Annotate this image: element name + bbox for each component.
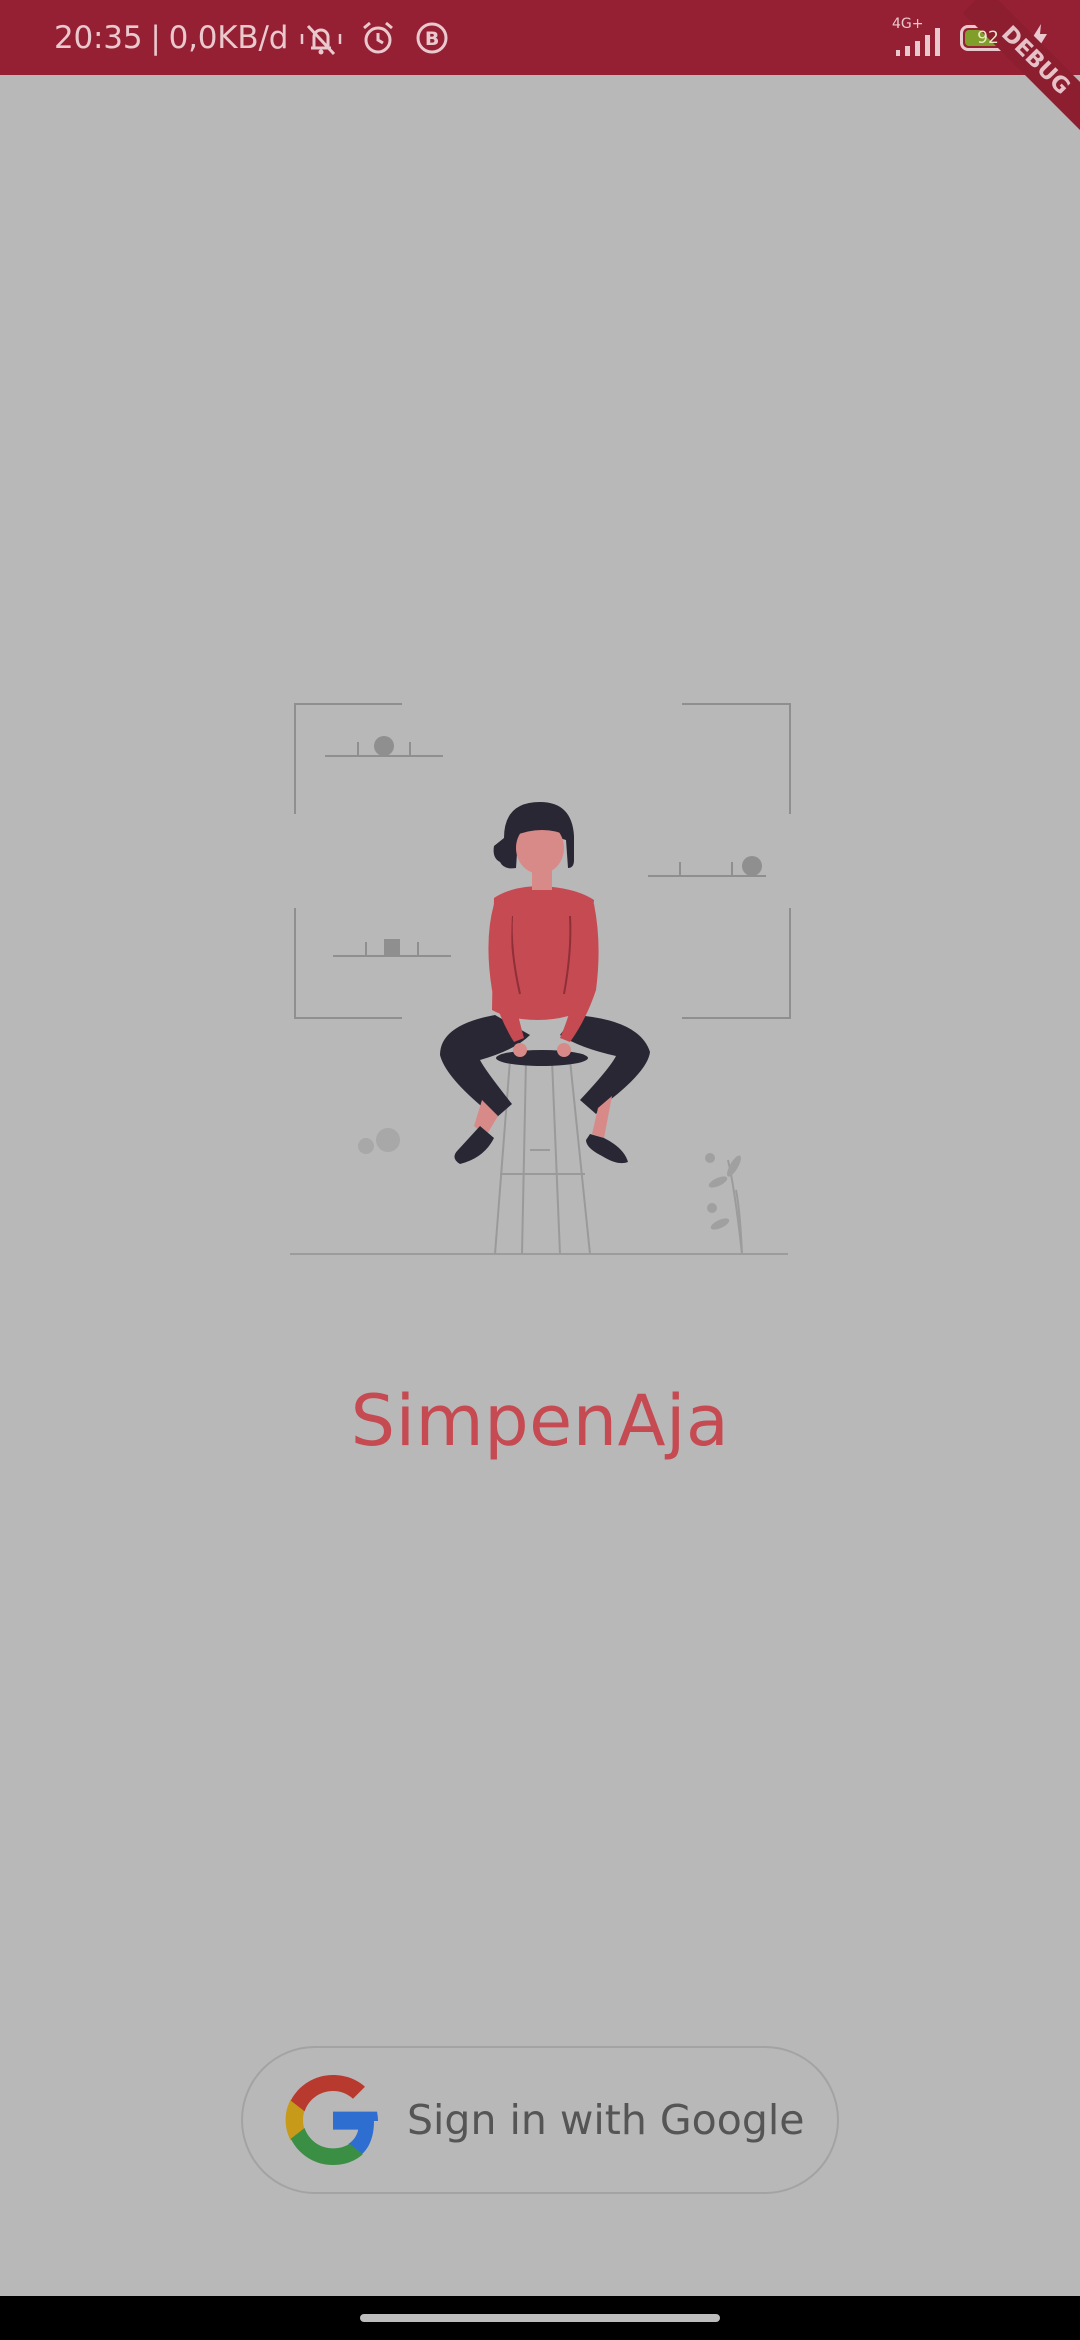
- status-separator: |: [150, 19, 161, 56]
- battery-level: 92: [977, 27, 999, 48]
- home-indicator[interactable]: [360, 2314, 720, 2322]
- status-icons-left: B: [298, 18, 452, 58]
- shelf-box: [384, 939, 400, 955]
- stool-seat: [496, 1050, 588, 1066]
- shelf-ball: [374, 736, 394, 756]
- plant-icon: [705, 1153, 743, 1255]
- network-speed: 0,0KB/d: [168, 19, 289, 56]
- figure: [440, 802, 650, 1164]
- sign-in-label: Sign in with Google: [407, 2096, 805, 2144]
- google-logo-icon: [285, 2075, 378, 2165]
- decor-dot: [358, 1138, 374, 1154]
- b-badge-icon: B: [416, 22, 448, 53]
- decor-dot: [376, 1128, 400, 1152]
- status-time: 20:35: [54, 19, 143, 56]
- stool: [494, 1059, 591, 1255]
- silent-bell-icon: [300, 24, 342, 55]
- status-bar: 20:35 | 0,0KB/d B 4G+ 92: [0, 0, 1080, 75]
- status-bar-left: 20:35 | 0,0KB/d B: [54, 0, 452, 75]
- alarm-icon: [363, 21, 394, 53]
- hero-illustration: [290, 703, 791, 1255]
- sign-in-with-google-button[interactable]: Sign in with Google: [241, 2046, 839, 2194]
- shelf-ball: [742, 856, 762, 876]
- signal-icon: 4G+: [892, 16, 948, 58]
- navigation-bar: [0, 2296, 1080, 2340]
- svg-text:B: B: [425, 28, 439, 50]
- app-title: SimpenAja: [350, 1380, 730, 1462]
